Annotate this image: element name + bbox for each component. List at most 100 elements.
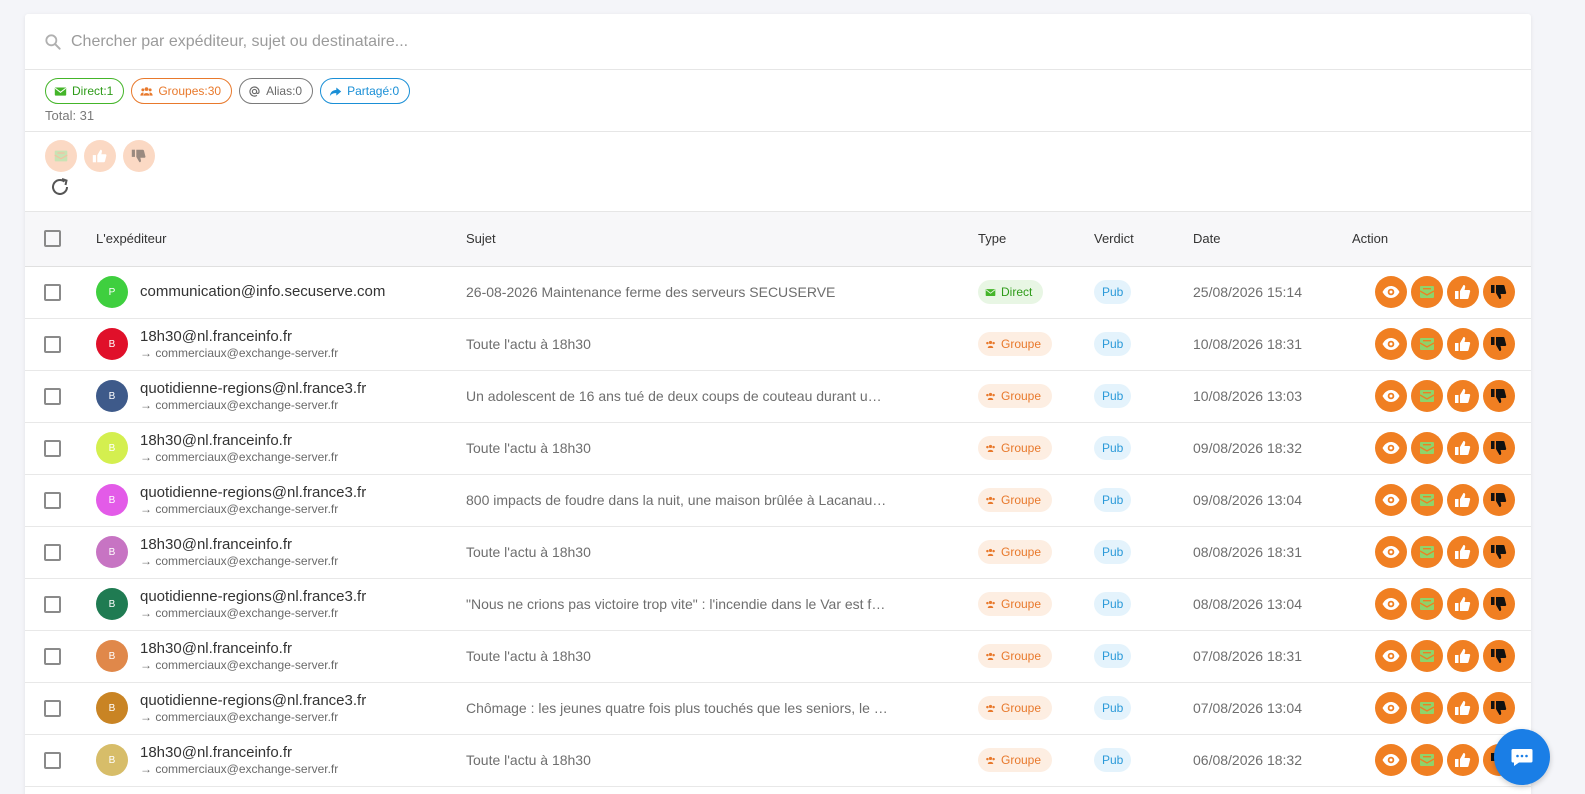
thumbs-down-button[interactable] <box>1483 640 1515 672</box>
verdict-badge: Pub <box>1094 436 1132 460</box>
search-input[interactable] <box>71 32 971 51</box>
subject-cell: 800 impacts de foudre dans la nuit, une … <box>466 492 919 508</box>
row-checkbox[interactable] <box>44 439 61 457</box>
view-button[interactable] <box>1375 536 1407 568</box>
recipient-email: → commerciaux@exchange-server.fr <box>140 345 339 360</box>
thumbs-down-button[interactable] <box>1483 276 1515 308</box>
sender-email: 18h30@nl.franceinfo.fr <box>140 639 292 657</box>
row-checkbox[interactable] <box>44 491 61 509</box>
verdict-badge: Pub <box>1094 644 1132 668</box>
row-actions <box>1352 432 1531 464</box>
view-button[interactable] <box>1375 328 1407 360</box>
select-all-checkbox[interactable] <box>44 230 61 248</box>
type-label: Groupe <box>1001 753 1042 767</box>
release-button[interactable] <box>1411 536 1443 568</box>
view-button[interactable] <box>1375 484 1407 516</box>
thumbs-up-button[interactable] <box>1447 276 1479 308</box>
view-button[interactable] <box>1375 380 1407 412</box>
recipient-email: → commerciaux@exchange-server.fr <box>140 553 339 568</box>
release-button[interactable] <box>1411 692 1443 724</box>
thumbs-up-button[interactable] <box>1447 692 1479 724</box>
thumbs-down-button[interactable] <box>1483 432 1515 464</box>
filter-chip-alias[interactable]: Alias:0 <box>239 78 314 104</box>
date-cell: 25/08/2026 15:14 <box>1193 284 1302 300</box>
row-checkbox[interactable] <box>44 699 61 717</box>
row-checkbox[interactable] <box>44 647 61 665</box>
eye-icon <box>1382 546 1400 558</box>
search-bar <box>25 14 1531 70</box>
filter-chip-direct[interactable]: Direct:1 <box>45 78 125 104</box>
thumbs-down-button[interactable] <box>1483 536 1515 568</box>
table-row[interactable]: Pcommunication@info.secuserve.com 26-08-2… <box>25 266 1531 318</box>
thumbs-up-button[interactable] <box>1447 640 1479 672</box>
thumbs-up-button[interactable] <box>1447 536 1479 568</box>
subject-cell: Toute l'actu à 18h30 <box>466 440 591 456</box>
chat-button[interactable] <box>1494 729 1550 785</box>
release-button[interactable] <box>1411 380 1443 412</box>
thumbs-up-button[interactable] <box>1447 328 1479 360</box>
verdict-badge: Pub <box>1094 748 1132 772</box>
view-button[interactable] <box>1375 692 1407 724</box>
release-button[interactable] <box>1411 484 1443 516</box>
bulk-thumbs-down-button[interactable] <box>123 140 155 172</box>
thumbs-down-button[interactable] <box>1483 380 1515 412</box>
thumbs-down-button[interactable] <box>1483 588 1515 620</box>
view-button[interactable] <box>1375 276 1407 308</box>
row-actions <box>1352 692 1531 724</box>
view-button[interactable] <box>1375 744 1407 776</box>
table-row[interactable]: B 18h30@nl.franceinfo.fr → commerciaux@exc… <box>25 318 1531 370</box>
thumbs-down-button[interactable] <box>1483 692 1515 724</box>
row-checkbox[interactable] <box>44 543 61 561</box>
share-arrow-icon <box>329 86 342 96</box>
release-button[interactable] <box>1411 276 1443 308</box>
table-row[interactable]: Bquotidienne-regions@nl.france3.fr → comm… <box>25 578 1531 630</box>
group-icon <box>986 496 995 504</box>
release-button[interactable] <box>1411 640 1443 672</box>
filter-chip-partage[interactable]: Partagé:0 <box>320 78 411 104</box>
view-button[interactable] <box>1375 588 1407 620</box>
view-button[interactable] <box>1375 432 1407 464</box>
table-row[interactable]: B 18h30@nl.franceinfo.fr → commerciaux@exc… <box>25 422 1531 474</box>
bulk-release-button[interactable] <box>45 140 77 172</box>
type-badge: Groupe <box>978 384 1053 408</box>
thumbs-up-icon <box>1455 545 1471 559</box>
table-row[interactable]: B 18h30@nl.franceinfo.fr → commerciaux@exc… <box>25 734 1531 786</box>
thumbs-down-button[interactable] <box>1483 328 1515 360</box>
mail-release-icon <box>1419 546 1435 558</box>
group-icon <box>986 704 995 712</box>
table-row[interactable]: Bquotidienne-regions@nl.france3.fr → comm… <box>25 682 1531 734</box>
table-row[interactable]: B 18h30@nl.franceinfo.fr → commerciaux@exc… <box>25 630 1531 682</box>
table-row[interactable]: Bquotidienne-regions@nl.france3.fr → comm… <box>25 370 1531 422</box>
bulk-thumbs-up-button[interactable] <box>84 140 116 172</box>
table-row[interactable]: B 18h30@nl.franceinfo.fr → commerciaux@exc… <box>25 526 1531 578</box>
thumbs-up-button[interactable] <box>1447 588 1479 620</box>
refresh-icon[interactable] <box>48 175 72 199</box>
thumbs-up-icon <box>1455 389 1471 403</box>
row-checkbox[interactable] <box>44 595 61 613</box>
row-checkbox[interactable] <box>44 335 61 353</box>
thumbs-down-button[interactable] <box>1483 484 1515 516</box>
release-button[interactable] <box>1411 588 1443 620</box>
release-button[interactable] <box>1411 432 1443 464</box>
row-checkbox[interactable] <box>44 283 61 301</box>
mail-release-icon <box>1419 390 1435 402</box>
release-button[interactable] <box>1411 328 1443 360</box>
release-button[interactable] <box>1411 744 1443 776</box>
group-icon <box>986 340 995 348</box>
thumbs-up-button[interactable] <box>1447 380 1479 412</box>
avatar: B <box>96 588 128 620</box>
avatar: B <box>96 380 128 412</box>
sender-cell: B 18h30@nl.franceinfo.fr → commerciaux@exc… <box>96 328 466 361</box>
row-actions <box>1352 536 1531 568</box>
filter-chip-groupes[interactable]: Groupes:30 <box>131 78 233 104</box>
thumbs-up-button[interactable] <box>1447 432 1479 464</box>
row-checkbox[interactable] <box>44 751 61 769</box>
thumbs-up-button[interactable] <box>1447 484 1479 516</box>
type-label: Groupe <box>1001 701 1042 715</box>
type-label: Groupe <box>1001 441 1042 455</box>
view-button[interactable] <box>1375 640 1407 672</box>
subject-cell: Toute l'actu à 18h30 <box>466 544 591 560</box>
thumbs-up-button[interactable] <box>1447 744 1479 776</box>
table-row[interactable]: Bquotidienne-regions@nl.france3.fr → comm… <box>25 474 1531 526</box>
row-checkbox[interactable] <box>44 387 61 405</box>
